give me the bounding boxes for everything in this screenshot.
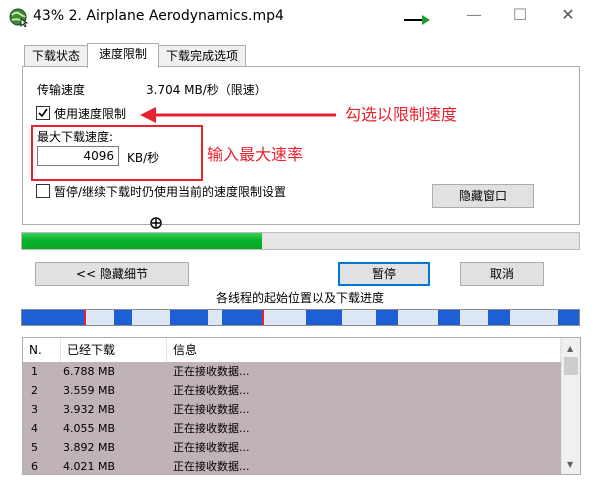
checkmark-icon <box>38 108 48 118</box>
row-downloaded: 6.788 MB <box>63 365 116 378</box>
thread-marker <box>84 310 86 325</box>
title-bar[interactable]: 43% 2. Airplane Aerodynamics.mp4 — ☐ ✕ <box>0 0 600 34</box>
transfer-speed-label: 传输速度 <box>37 83 86 97</box>
table-row[interactable]: 2 3.559 MB 正在接收数据... <box>23 381 561 400</box>
table-row[interactable]: 1 6.788 MB 正在接收数据... <box>23 362 561 381</box>
row-info: 正在接收数据... <box>173 441 250 454</box>
row-downloaded: 3.892 MB <box>63 441 116 454</box>
row-downloaded: 4.021 MB <box>63 460 116 473</box>
hide-details-button[interactable]: << 隐藏细节 <box>35 262 189 286</box>
maximize-button[interactable]: ☐ <box>497 0 543 32</box>
use-speed-limit-checkbox[interactable] <box>36 106 50 120</box>
transfer-speed-value: 3.704 MB/秒（限速） <box>146 83 267 97</box>
table-row[interactable]: 3 3.932 MB 正在接收数据... <box>23 400 561 419</box>
row-number: 4 <box>31 422 38 435</box>
thread-segment <box>558 310 579 325</box>
column-header-info[interactable]: 信息 <box>167 338 561 362</box>
row-info: 正在接收数据... <box>173 365 250 378</box>
hide-window-button[interactable]: 隐藏窗口 <box>432 184 534 208</box>
scroll-down-icon[interactable]: ▼ <box>567 460 573 469</box>
close-button[interactable]: ✕ <box>545 0 591 32</box>
thread-segment <box>170 310 208 325</box>
window-title: 43% 2. Airplane Aerodynamics.mp4 <box>33 8 284 24</box>
table-row[interactable]: 4 4.055 MB 正在接收数据... <box>23 419 561 438</box>
thread-segment <box>306 310 342 325</box>
minimize-button[interactable]: — <box>451 0 497 32</box>
input-hint-annotation: 输入最大速率 <box>207 145 304 164</box>
keep-limit-on-pause-label: 暂停/继续下载时仍使用当前的速度限制设置 <box>54 185 287 199</box>
keep-limit-on-pause-checkbox[interactable] <box>36 184 50 198</box>
red-arrow-icon <box>140 107 336 123</box>
table-row[interactable]: 5 3.892 MB 正在接收数据... <box>23 438 561 457</box>
thread-segment <box>222 310 262 325</box>
cancel-button[interactable]: 取消 <box>460 262 544 286</box>
row-number: 2 <box>31 384 38 397</box>
table-row[interactable]: 6 4.021 MB 正在接收数据... <box>23 457 561 474</box>
vertical-scrollbar[interactable]: ▲ ▼ <box>561 338 580 474</box>
threads-caption: 各线程的起始位置以及下载进度 <box>215 291 384 305</box>
row-downloaded: 3.559 MB <box>63 384 116 397</box>
pause-button[interactable]: 暂停 <box>338 262 430 286</box>
row-number: 1 <box>31 365 38 378</box>
tab-completion-options[interactable]: 下载完成选项 <box>158 45 246 67</box>
thread-segment <box>22 310 84 325</box>
use-speed-limit-label: 使用速度限制 <box>54 107 127 121</box>
column-header-downloaded[interactable]: 已经下载 <box>61 338 167 362</box>
tab-speed-limit[interactable]: 速度限制 <box>87 43 159 68</box>
app-globe-icon <box>9 8 28 27</box>
thread-segment <box>376 310 398 325</box>
row-info: 正在接收数据... <box>173 384 250 397</box>
thread-progress-bar <box>21 309 580 326</box>
max-speed-label: 最大下载速度: <box>37 130 114 144</box>
row-info: 正在接收数据... <box>173 422 250 435</box>
check-hint-annotation: 勾选以限制速度 <box>345 105 458 124</box>
thread-marker <box>262 310 264 325</box>
download-progress-bar <box>21 232 580 250</box>
thread-segment <box>488 310 510 325</box>
max-speed-input[interactable] <box>37 146 119 166</box>
tab-download-status[interactable]: 下载状态 <box>24 45 88 67</box>
thread-table: N. 已经下载 信息 1 6.788 MB 正在接收数据... 2 3.559 MB 正在… <box>22 337 581 475</box>
max-speed-unit: KB/秒 <box>127 151 160 165</box>
column-header-n[interactable]: N. <box>23 338 61 362</box>
row-number: 3 <box>31 403 38 416</box>
thread-segment <box>114 310 132 325</box>
row-info: 正在接收数据... <box>173 460 250 473</box>
scrollbar-thumb[interactable] <box>564 357 578 375</box>
green-arrow-icon <box>404 15 430 25</box>
row-number: 5 <box>31 441 38 454</box>
move-cursor-icon <box>150 217 162 229</box>
row-downloaded: 3.932 MB <box>63 403 116 416</box>
row-number: 6 <box>31 460 38 473</box>
row-downloaded: 4.055 MB <box>63 422 116 435</box>
scroll-up-icon[interactable]: ▲ <box>567 344 573 353</box>
progress-fill <box>22 233 262 249</box>
row-info: 正在接收数据... <box>173 403 250 416</box>
thread-segment <box>438 310 460 325</box>
